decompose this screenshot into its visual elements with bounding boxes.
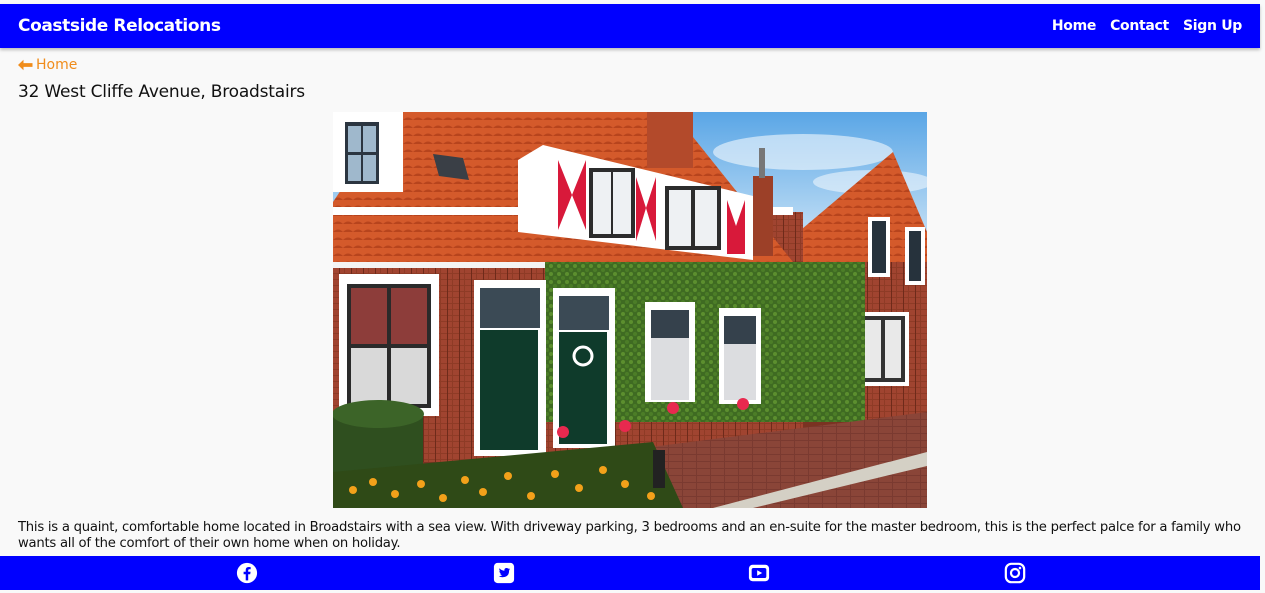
brand-logo-text[interactable]: Coastside Relocations xyxy=(18,16,221,36)
nav-links: Home Contact Sign Up xyxy=(1052,18,1242,34)
facebook-icon[interactable] xyxy=(236,562,258,584)
property-photo xyxy=(333,112,927,508)
top-navbar: Coastside Relocations Home Contact Sign … xyxy=(0,4,1260,48)
footer-bar xyxy=(0,556,1260,590)
arrow-left-icon xyxy=(18,59,33,71)
back-home-link[interactable]: Home xyxy=(18,57,77,73)
youtube-icon[interactable] xyxy=(748,562,770,584)
instagram-icon[interactable] xyxy=(1004,562,1026,584)
nav-home-link[interactable]: Home xyxy=(1052,18,1097,34)
property-title: 32 West Cliffe Avenue, Broadstairs xyxy=(18,82,305,102)
nav-signup-link[interactable]: Sign Up xyxy=(1183,18,1242,34)
house-illustration xyxy=(333,112,927,508)
twitter-icon[interactable] xyxy=(493,562,515,584)
property-description: This is a quaint, comfortable home locat… xyxy=(18,520,1241,551)
back-home-label: Home xyxy=(36,57,78,73)
page: Coastside Relocations Home Contact Sign … xyxy=(0,0,1265,593)
nav-contact-link[interactable]: Contact xyxy=(1110,18,1169,34)
